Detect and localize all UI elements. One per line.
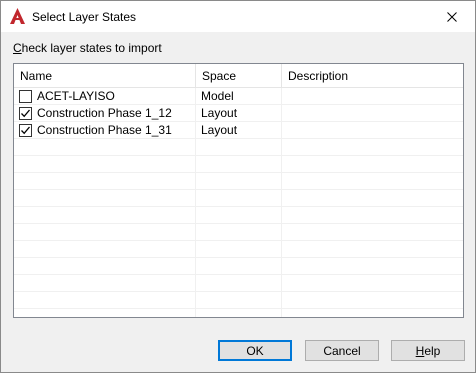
empty-row <box>14 275 463 292</box>
row-space: Model <box>201 89 234 103</box>
empty-row <box>14 156 463 173</box>
row-checkbox[interactable] <box>19 90 32 103</box>
help-button[interactable]: Help <box>391 340 465 361</box>
row-space: Layout <box>201 106 238 120</box>
title-bar[interactable]: Select Layer States <box>1 1 475 32</box>
empty-row <box>14 224 463 241</box>
list-header: Name Space Description <box>14 64 463 88</box>
instruction-label: Check layer states to import <box>13 41 162 55</box>
table-row[interactable]: Construction Phase 1_31 Layout <box>14 122 463 139</box>
table-row[interactable]: ACET-LAYISO Model <box>14 88 463 105</box>
row-checkbox[interactable] <box>19 107 32 120</box>
empty-row <box>14 292 463 309</box>
column-header-description[interactable]: Description <box>282 64 463 88</box>
empty-row <box>14 258 463 275</box>
row-name: Construction Phase 1_12 <box>37 106 172 120</box>
close-button[interactable] <box>429 1 475 32</box>
row-name: Construction Phase 1_31 <box>37 123 172 137</box>
checkmark-icon <box>21 109 30 118</box>
table-row[interactable]: Construction Phase 1_12 Layout <box>14 105 463 122</box>
autocad-a-icon <box>10 8 25 24</box>
row-checkbox[interactable] <box>19 124 32 137</box>
column-header-space[interactable]: Space <box>196 64 282 88</box>
select-layer-states-dialog: Select Layer States Check layer states t… <box>0 0 476 373</box>
empty-row <box>14 173 463 190</box>
ok-button[interactable]: OK <box>218 340 292 361</box>
cancel-button[interactable]: Cancel <box>305 340 379 361</box>
empty-row <box>14 190 463 207</box>
empty-row <box>14 139 463 156</box>
row-name: ACET-LAYISO <box>37 89 115 103</box>
empty-row <box>14 207 463 224</box>
window-title: Select Layer States <box>32 10 137 24</box>
empty-row <box>14 241 463 258</box>
layer-states-list[interactable]: Name Space Description ACET-LAYISO Model C… <box>13 63 464 318</box>
row-space: Layout <box>201 123 238 137</box>
column-header-name[interactable]: Name <box>14 64 196 88</box>
checkmark-icon <box>21 126 30 135</box>
close-icon <box>447 11 457 22</box>
